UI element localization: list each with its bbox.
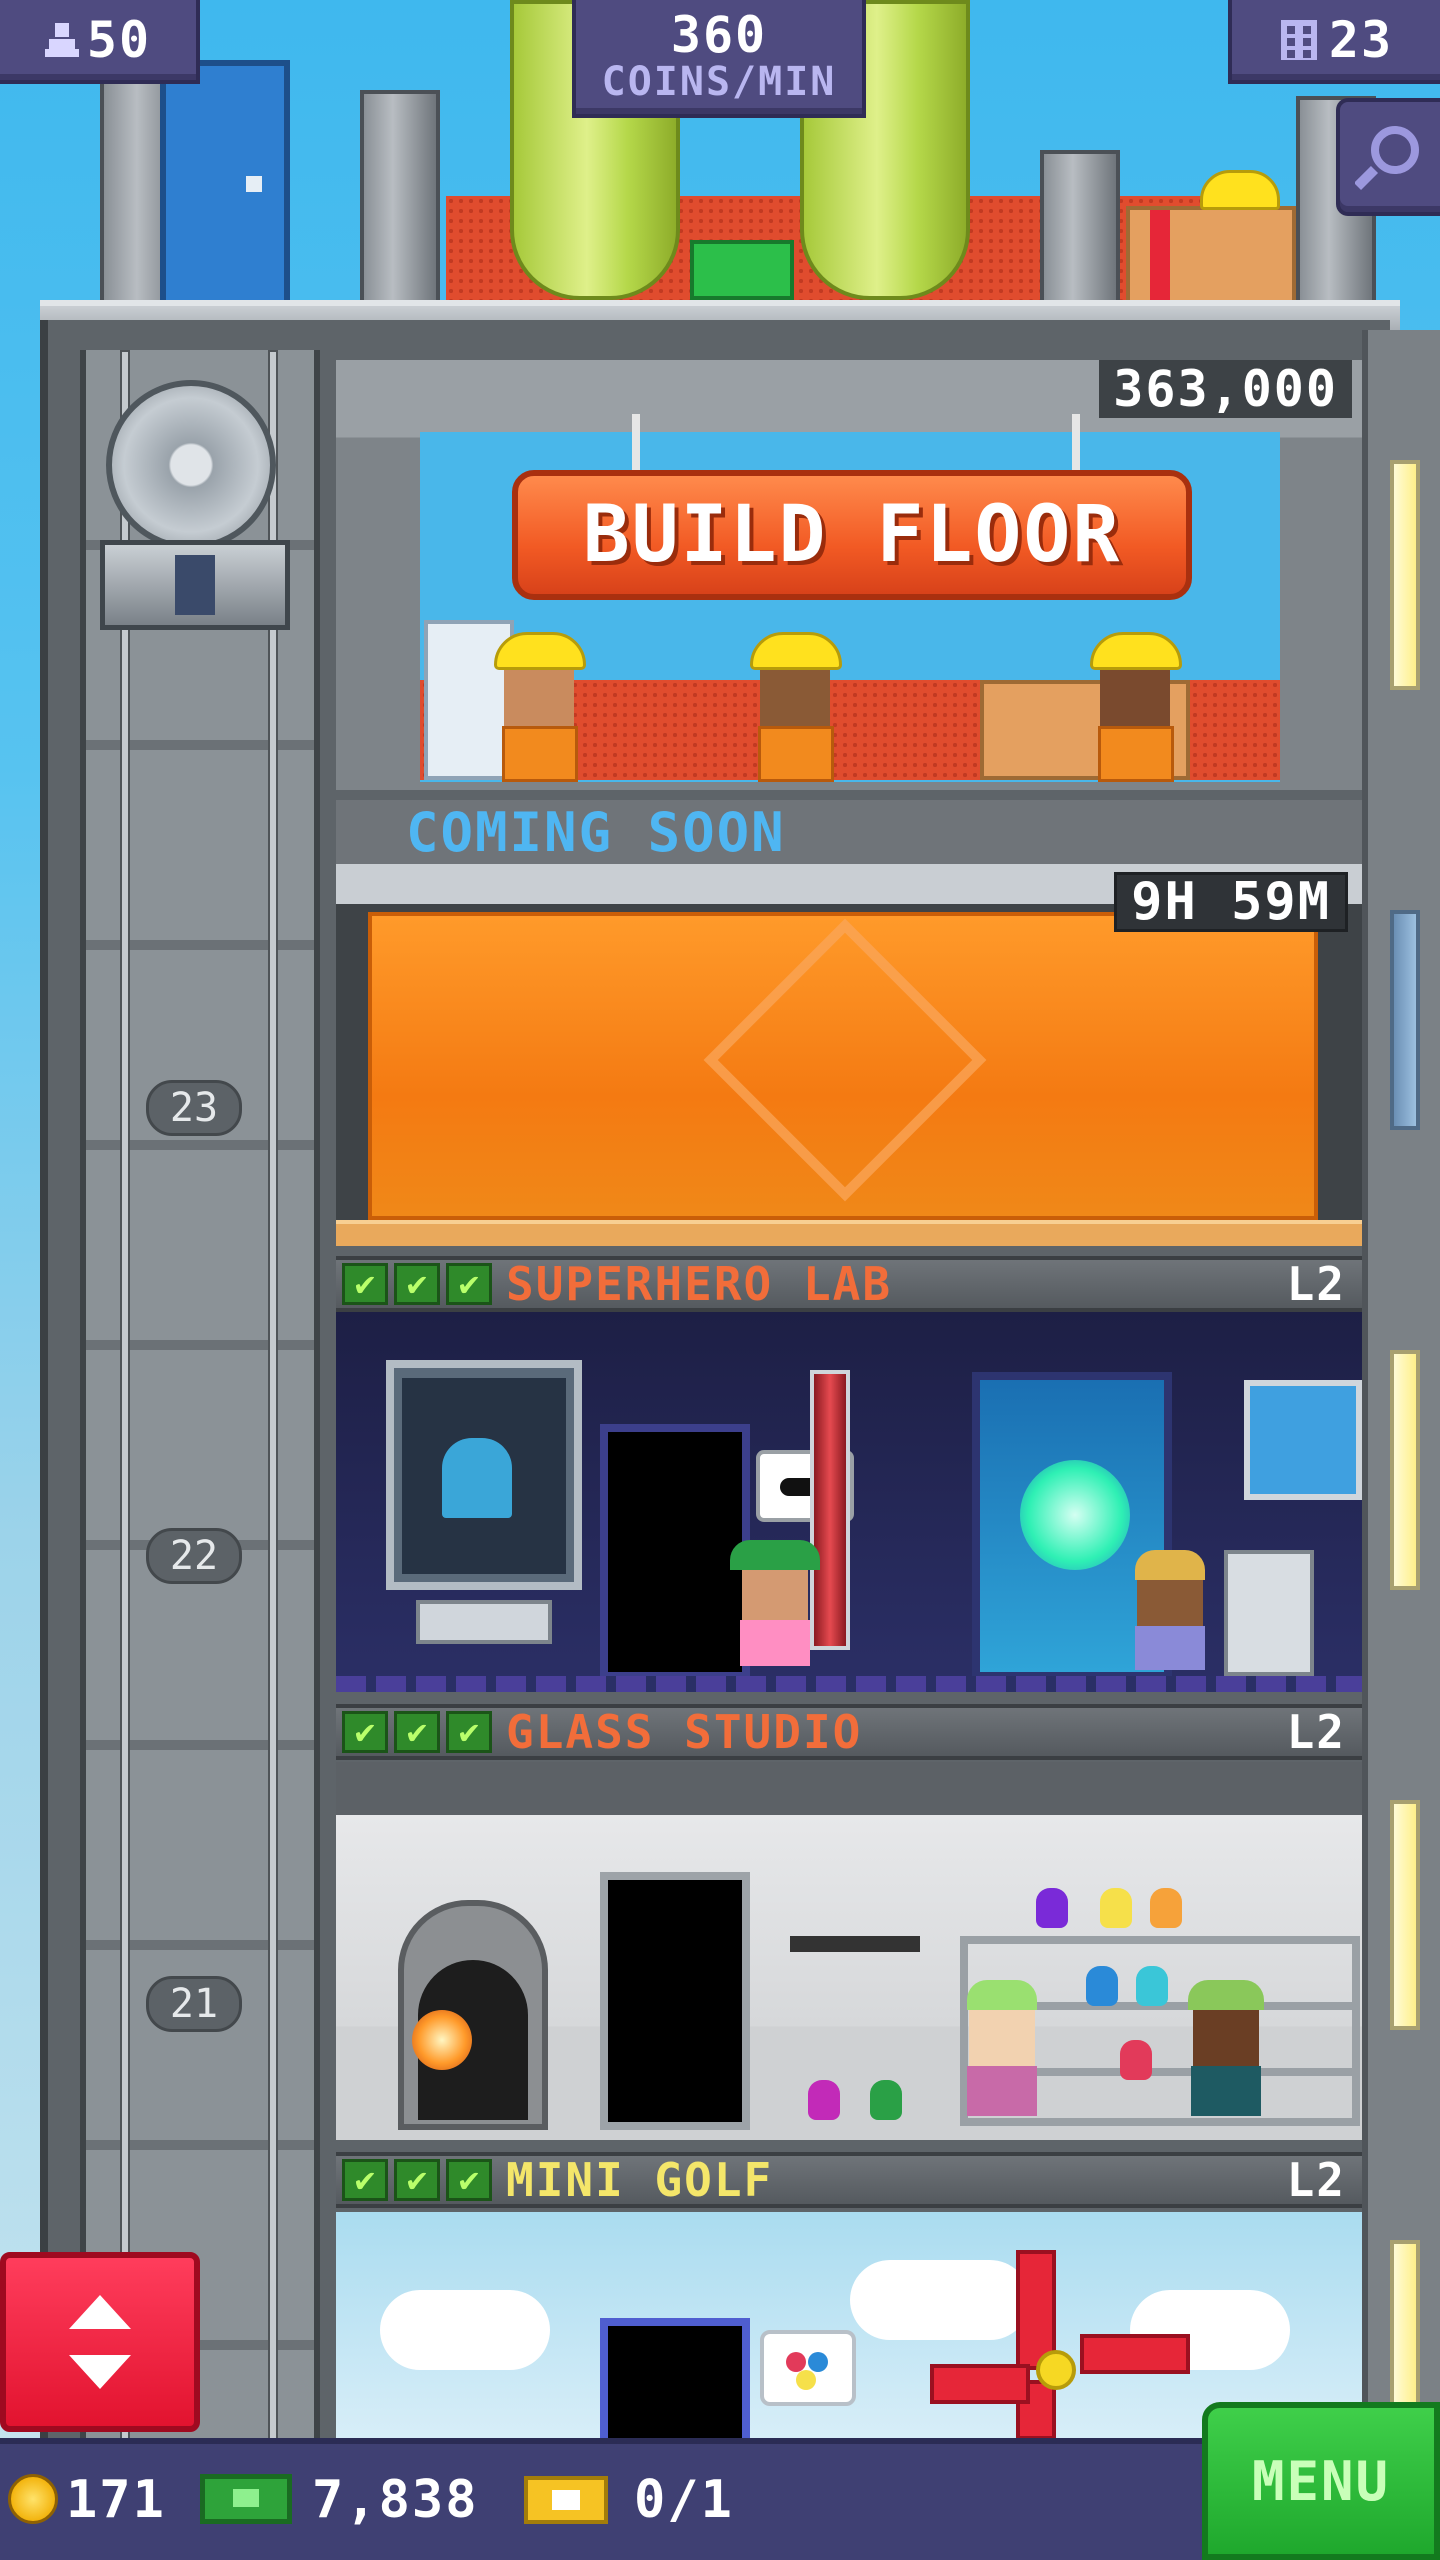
glass-vase	[1086, 1966, 1118, 2006]
floor-header-superhero-lab[interactable]: ✔ ✔ ✔ SUPERHERO LAB L2	[336, 1256, 1362, 1312]
windmill-blade	[1080, 2334, 1190, 2374]
residents-value: 50	[86, 11, 152, 69]
lab-floor	[336, 1676, 1362, 1692]
floor-name: SUPERHERO LAB	[506, 1257, 893, 1311]
coins-per-min-value: 360	[670, 6, 768, 64]
floor-header-mini-golf[interactable]: ✔ ✔ ✔ MINI GOLF L2	[336, 2152, 1362, 2208]
floors-value: 23	[1328, 11, 1394, 69]
floor-name: MINI GOLF	[506, 2153, 774, 2207]
elevator-floor-label-23: 23	[146, 1080, 242, 1136]
check-icon: ✔	[342, 2159, 388, 2201]
roof-column	[1040, 150, 1120, 310]
floor-level: L2	[1286, 1257, 1346, 1311]
resident[interactable]	[1130, 1550, 1210, 1670]
check-icon: ✔	[394, 2159, 440, 2201]
side-window	[1390, 1350, 1420, 1590]
tool-rack	[790, 1936, 920, 1952]
residents-counter[interactable]: 50	[0, 0, 200, 84]
lab-terminal	[1224, 1550, 1314, 1676]
magnifier-icon	[1355, 126, 1419, 191]
elevator-shaft	[80, 350, 320, 2470]
construction-worker	[1090, 632, 1182, 782]
glass-studio-door	[600, 1872, 750, 2130]
floors-counter[interactable]: 23	[1228, 0, 1440, 84]
floor-level: L2	[1286, 2153, 1346, 2207]
build-floor-button[interactable]: BUILD FLOOR	[512, 470, 1192, 600]
windmill-hub	[1036, 2350, 1076, 2390]
up-down-arrows-icon	[69, 2295, 131, 2389]
lab-monitor-screen	[402, 1378, 566, 1574]
check-icon: ✔	[342, 1711, 388, 1753]
coins-per-min-label: COINS/MIN	[601, 59, 837, 105]
floor-name: GLASS STUDIO	[506, 1705, 863, 1759]
lab-keyboard	[416, 1600, 552, 1644]
check-icon: ✔	[446, 2159, 492, 2201]
elevator-pulley	[106, 380, 276, 550]
windmill-blade	[930, 2364, 1030, 2404]
glass-vase	[1100, 1888, 1132, 1928]
side-window	[1390, 910, 1420, 1130]
glass-vase	[870, 2080, 902, 2120]
bux-value: 7,838	[312, 2470, 479, 2530]
coming-soon-title: COMING SOON	[406, 800, 786, 864]
crate	[1126, 206, 1296, 306]
elevator-floor-label-22: 22	[146, 1528, 242, 1584]
menu-button[interactable]: MENU	[1202, 2402, 1440, 2560]
lab-map-screen	[1244, 1380, 1362, 1500]
cloud	[380, 2290, 550, 2370]
sign-cable	[632, 414, 640, 474]
cash-icon[interactable]	[200, 2474, 292, 2524]
elevator-cable	[268, 350, 278, 2470]
floor-level: L2	[1286, 1705, 1346, 1759]
furnace-fire	[412, 2010, 472, 2070]
elevator-cable	[120, 350, 130, 2470]
elevator-floor-label-21: 21	[146, 1976, 242, 2032]
check-icon: ✔	[394, 1263, 440, 1305]
elevator-car[interactable]	[100, 540, 290, 630]
glass-vase	[1036, 1888, 1068, 1928]
coins-per-min-panel: 360 COINS/MIN	[572, 0, 866, 118]
floor-header-glass-studio[interactable]: ✔ ✔ ✔ GLASS STUDIO L2	[336, 1704, 1362, 1760]
speech-bubble-icon[interactable]	[760, 2330, 856, 2406]
side-window	[1390, 460, 1420, 690]
resident[interactable]	[1186, 1980, 1266, 2130]
vip-ticket-icon[interactable]	[524, 2476, 608, 2524]
hologram-orb	[1020, 1460, 1130, 1570]
mini-golf-door	[600, 2318, 750, 2448]
resident[interactable]	[962, 1980, 1042, 2130]
construction-worker	[750, 632, 842, 782]
glass-vase	[1136, 1966, 1168, 2006]
roof-column	[360, 90, 440, 310]
roof-door	[160, 60, 290, 310]
elevator-button[interactable]	[0, 2252, 200, 2432]
check-icon: ✔	[446, 1711, 492, 1753]
cloud	[850, 2260, 1030, 2340]
build-floor-price: 363,000	[1099, 360, 1352, 418]
hard-hat	[1200, 170, 1280, 210]
glass-vase	[808, 2080, 840, 2120]
construction-timer: 9H 59M	[1114, 872, 1348, 932]
building-icon	[1280, 20, 1317, 60]
resident[interactable]	[730, 1540, 820, 1670]
coins-value: 171	[66, 2470, 166, 2530]
coin-icon	[8, 2474, 58, 2524]
check-icon: ✔	[446, 1263, 492, 1305]
construction-worker	[494, 632, 586, 782]
sign-cable	[1072, 414, 1080, 474]
coming-soon-header: COMING SOON	[336, 800, 1362, 864]
check-icon: ✔	[342, 1263, 388, 1305]
lab-door	[600, 1424, 750, 1680]
search-button[interactable]	[1336, 98, 1440, 216]
tickets-value: 0/1	[634, 2470, 734, 2530]
check-icon: ✔	[394, 1711, 440, 1753]
toolbox	[690, 240, 794, 300]
side-window	[1390, 1800, 1420, 2030]
person-icon	[44, 23, 79, 57]
glass-vase	[1120, 2040, 1152, 2080]
floor-plank	[336, 1220, 1362, 1246]
glass-vase	[1150, 1888, 1182, 1928]
